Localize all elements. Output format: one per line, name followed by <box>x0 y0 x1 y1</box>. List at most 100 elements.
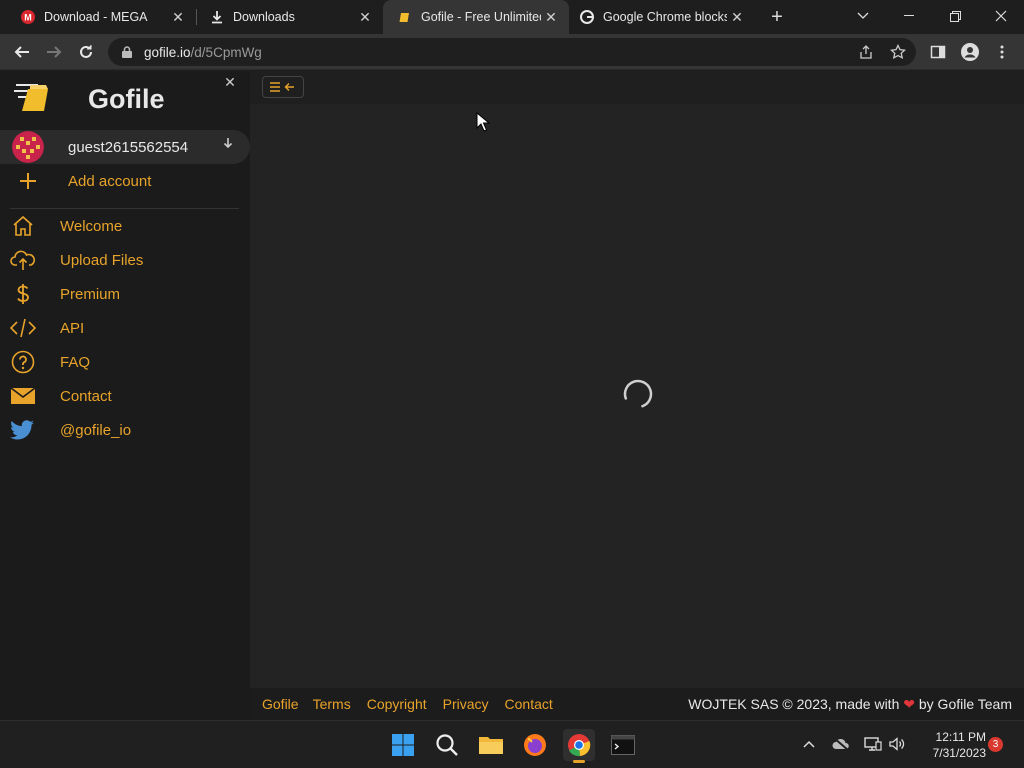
footer: Gofile Terms Copyright Privacy Contact W… <box>250 688 1024 720</box>
download-icon <box>209 9 225 25</box>
menu-kebab-icon[interactable] <box>990 40 1014 64</box>
dollar-icon <box>10 281 36 307</box>
account-selector[interactable]: guest2615562554 <box>0 130 250 164</box>
minimize-button[interactable] <box>886 0 932 32</box>
sidebar-item-upload[interactable]: Upload Files <box>0 245 250 275</box>
new-tab-button[interactable]: + <box>765 5 789 29</box>
back-button[interactable] <box>8 38 36 66</box>
close-sidebar-icon[interactable]: ✕ <box>222 74 238 90</box>
avatar <box>12 131 44 163</box>
forward-button[interactable] <box>40 38 68 66</box>
windows-start-icon[interactable] <box>387 729 419 761</box>
close-tab-icon[interactable]: ✕ <box>541 7 561 27</box>
tab-strip: M Download - MEGA ✕ Downloads ✕ Gofile -… <box>0 0 1024 34</box>
tab-title: Downloads <box>233 10 295 24</box>
heart-icon: ❤ <box>903 696 915 712</box>
sidebar-item-welcome[interactable]: Welcome <box>0 211 250 241</box>
sidebar-item-label: Upload Files <box>60 251 144 269</box>
side-panel-icon[interactable] <box>926 40 950 64</box>
envelope-icon <box>10 383 36 409</box>
loading-spinner <box>622 378 654 410</box>
copyright-prefix: WOJTEK SAS © 2023, made with <box>688 696 900 712</box>
add-account-button[interactable]: Add account <box>0 165 250 197</box>
code-icon <box>10 315 36 341</box>
clock[interactable]: 12:11 PM 7/31/2023 <box>916 729 986 761</box>
taskbar: 12:11 PM 7/31/2023 3 <box>0 720 1024 768</box>
lock-icon[interactable] <box>120 46 134 58</box>
arrow-down-icon[interactable] <box>223 137 233 152</box>
tab-downloads[interactable]: Downloads ✕ <box>189 0 383 34</box>
footer-link-gofile[interactable]: Gofile <box>262 696 299 712</box>
clock-time: 12:11 PM <box>935 730 986 744</box>
twitter-icon <box>10 417 36 443</box>
sidebar-item-label: Welcome <box>60 217 123 235</box>
mega-icon: M <box>20 9 36 25</box>
divider <box>10 208 239 209</box>
gofile-logo-icon <box>14 81 62 118</box>
main-topbar <box>250 71 1024 104</box>
copyright-suffix: by Gofile Team <box>918 696 1012 712</box>
plus-icon <box>18 172 38 190</box>
tab-search-button[interactable] <box>840 0 886 32</box>
close-tab-icon[interactable]: ✕ <box>355 7 375 27</box>
restore-button[interactable] <box>932 0 978 32</box>
upload-cloud-icon <box>10 247 36 273</box>
sidebar-item-label: @gofile_io <box>60 421 132 439</box>
onedrive-icon[interactable] <box>830 733 852 755</box>
sidebar-item-faq[interactable]: FAQ <box>0 347 250 377</box>
address-bar[interactable]: gofile.io /d/5CpmWg <box>108 38 916 66</box>
sidebar-item-label: FAQ <box>60 353 91 371</box>
network-icon[interactable] <box>862 733 884 755</box>
home-icon <box>10 213 36 239</box>
volume-icon[interactable] <box>886 733 908 755</box>
active-app-indicator <box>573 760 585 763</box>
brand-name: Gofile <box>88 84 165 114</box>
url-path: /d/5CpmWg <box>190 44 262 60</box>
clock-date: 7/31/2023 <box>932 746 986 760</box>
account-name: guest2615562554 <box>68 138 189 156</box>
sidebar-item-label: Premium <box>60 285 121 303</box>
tab-gofile[interactable]: Gofile - Free Unlimited ✕ <box>383 0 569 34</box>
profile-icon[interactable] <box>958 40 982 64</box>
close-tab-icon[interactable]: ✕ <box>727 7 747 27</box>
tab-google[interactable]: Google Chrome blocks ✕ <box>569 0 755 34</box>
footer-link-contact[interactable]: Contact <box>505 696 553 712</box>
sidebar-item-label: Contact <box>60 387 112 405</box>
sidebar: Gofile ✕ guest2615562554 Add account Wel… <box>0 71 250 720</box>
copyright-text: WOJTEK SAS © 2023, made with ❤ by Gofile… <box>688 696 1012 713</box>
sidebar-item-api[interactable]: API <box>0 313 250 343</box>
tab-title: Google Chrome blocks <box>603 10 727 24</box>
notification-badge[interactable]: 3 <box>988 737 1003 752</box>
terminal-icon[interactable] <box>607 729 639 761</box>
sidebar-item-twitter[interactable]: @gofile_io <box>0 415 250 445</box>
chevron-up-icon[interactable] <box>798 733 820 755</box>
tab-title: Download - MEGA <box>44 10 148 24</box>
close-window-button[interactable] <box>978 0 1024 32</box>
search-icon[interactable] <box>431 729 463 761</box>
share-icon[interactable] <box>854 40 878 64</box>
url-host: gofile.io <box>144 44 191 60</box>
add-account-label: Add account <box>68 172 152 190</box>
file-explorer-icon[interactable] <box>475 729 507 761</box>
tab-title: Gofile - Free Unlimited <box>421 10 541 24</box>
google-icon <box>579 9 595 25</box>
mouse-cursor-icon <box>476 111 491 132</box>
close-tab-icon[interactable]: ✕ <box>168 7 188 27</box>
reload-button[interactable] <box>72 38 100 66</box>
brand[interactable]: Gofile <box>14 81 165 118</box>
firefox-icon[interactable] <box>519 729 551 761</box>
footer-link-copyright[interactable]: Copyright <box>367 696 427 712</box>
bookmark-star-icon[interactable] <box>886 40 910 64</box>
footer-link-privacy[interactable]: Privacy <box>443 696 489 712</box>
gofile-icon <box>397 9 413 25</box>
browser-toolbar: gofile.io /d/5CpmWg <box>0 34 1024 70</box>
tab-mega[interactable]: M Download - MEGA ✕ <box>0 0 196 34</box>
main-content <box>250 71 1024 720</box>
question-icon <box>10 349 36 375</box>
svg-text:M: M <box>24 13 32 23</box>
footer-link-terms[interactable]: Terms <box>313 696 351 712</box>
sidebar-item-contact[interactable]: Contact <box>0 381 250 411</box>
chrome-icon[interactable] <box>563 729 595 763</box>
sidebar-item-premium[interactable]: Premium <box>0 279 250 309</box>
sidebar-toggle-button[interactable] <box>262 76 304 98</box>
